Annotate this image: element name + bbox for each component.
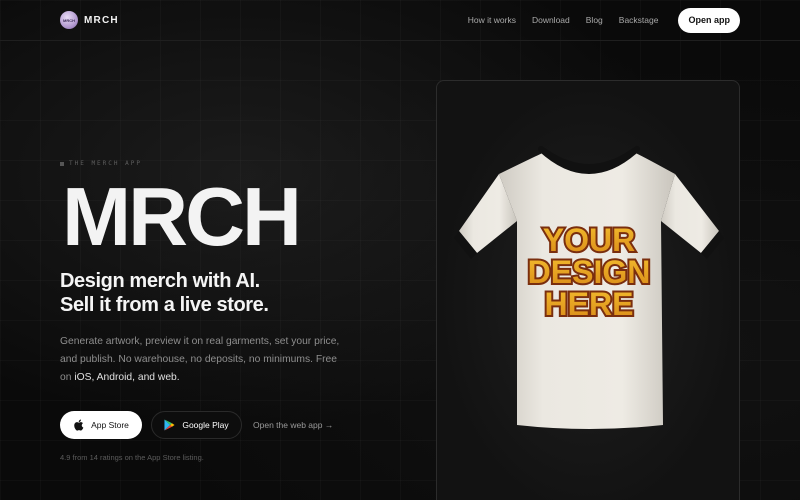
app-store-button[interactable]: App Store	[60, 411, 142, 439]
design-line-1: YOUR	[543, 222, 635, 258]
design-line-2: DESIGN	[528, 254, 651, 290]
eyebrow-square-icon	[60, 161, 64, 166]
hero-description: Generate artwork, preview it on real gar…	[60, 333, 350, 386]
open-app-button[interactable]: Open app	[678, 7, 740, 33]
brand-logo-icon: MRCH	[60, 11, 78, 29]
headline-line-2: Sell it from a live store.	[60, 294, 269, 316]
nav-link-download[interactable]: Download	[532, 15, 570, 25]
tshirt-mockup-image: YOUR DESIGN HERE	[454, 146, 724, 429]
hero-title: MRCH	[62, 170, 302, 263]
brand-name: MRCH	[84, 14, 119, 26]
cta-row: App Store Google Play Open the web app →	[60, 411, 333, 439]
design-line-3: HERE	[545, 286, 634, 322]
logo-text: MRCH	[63, 17, 75, 23]
nav-link-how-it-works[interactable]: How it works	[468, 15, 516, 25]
apple-icon	[74, 419, 84, 431]
app-store-label: App Store	[91, 420, 129, 430]
google-play-label: Google Play	[182, 420, 229, 430]
tshirt-preview-card: YOUR DESIGN HERE	[436, 80, 740, 500]
brand[interactable]: MRCH MRCH	[60, 11, 119, 29]
nav-links: How it works Download Blog Backstage Ope…	[468, 7, 740, 33]
ratings-text: 4.9 from 14 ratings on the App Store lis…	[60, 453, 204, 462]
google-play-icon	[164, 419, 175, 431]
hero-headline: Design merch with AI. Sell it from a liv…	[60, 269, 360, 317]
nav-link-blog[interactable]: Blog	[586, 15, 603, 25]
nav-link-backstage[interactable]: Backstage	[619, 15, 659, 25]
top-nav: MRCH MRCH How it works Download Blog Bac…	[0, 0, 800, 41]
google-play-button[interactable]: Google Play	[151, 411, 242, 439]
description-platforms: iOS, Android, and web.	[74, 371, 180, 383]
hero-eyebrow: THE MERCH APP	[60, 160, 142, 167]
open-web-app-link[interactable]: Open the web app →	[253, 420, 333, 430]
shirt-design: YOUR DESIGN HERE	[526, 220, 653, 324]
headline-line-1: Design merch with AI.	[60, 270, 260, 292]
eyebrow-text: THE MERCH APP	[69, 160, 142, 167]
